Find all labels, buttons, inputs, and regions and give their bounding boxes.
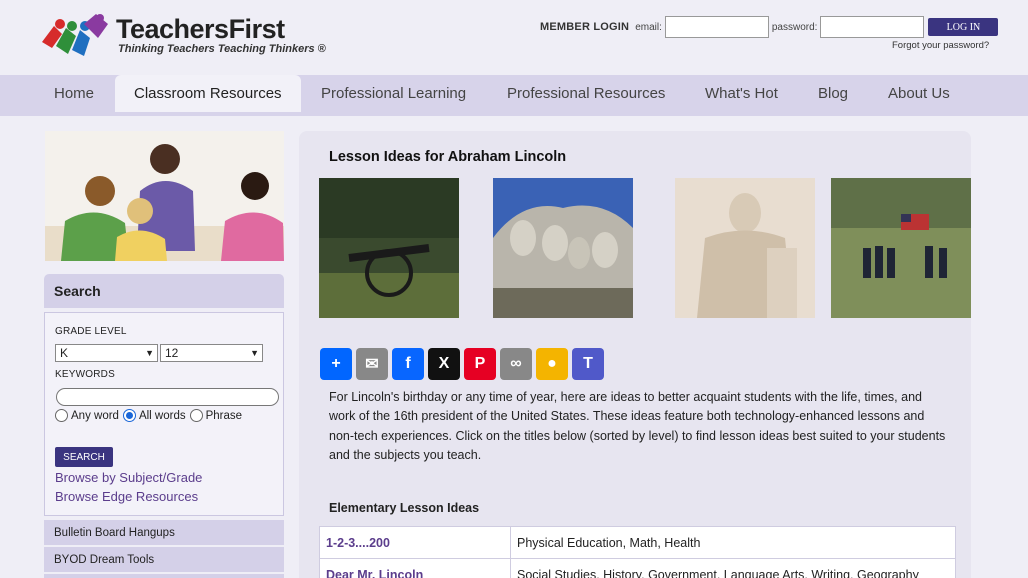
site-logo[interactable]: TeachersFirst Thinking Teachers Teaching… (38, 12, 326, 62)
mount-rushmore-photo (493, 178, 633, 318)
member-login-title: MEMBER LOGIN (540, 21, 630, 33)
nav-professional-resources[interactable]: Professional Resources (507, 75, 665, 112)
phrase-radio[interactable] (189, 409, 203, 422)
search-panel: GRADE LEVEL K ▼ 12 ▼ KEYWORDS Any word A… (44, 312, 284, 516)
member-login-form: MEMBER LOGIN email: password: LOG IN (540, 15, 999, 39)
grade-to-value: 12 (165, 346, 179, 360)
login-button[interactable]: LOG IN (928, 18, 999, 36)
nav-professional-learning[interactable]: Professional Learning (321, 75, 466, 112)
x-icon[interactable]: X (428, 348, 460, 380)
phrase-label: Phrase (205, 409, 243, 422)
lesson-title-link[interactable]: Dear Mr. Lincoln (319, 558, 511, 578)
grade-to-select[interactable]: 12 ▼ (160, 344, 263, 362)
main-nav: Home Classroom Resources Professional Le… (0, 75, 1028, 116)
pinterest-icon[interactable]: P (464, 348, 496, 380)
table-row: Dear Mr. Lincoln Social Studies, History… (319, 558, 956, 578)
grade-from-select[interactable]: K ▼ (55, 344, 158, 362)
nav-classroom-resources[interactable]: Classroom Resources (115, 75, 301, 112)
grade-from-value: K (60, 346, 69, 360)
elementary-heading: Elementary Lesson Ideas (329, 501, 480, 515)
google-classroom-icon[interactable]: ● (536, 348, 568, 380)
chevron-down-icon: ▼ (145, 348, 154, 358)
share-toolbar: + ✉ f X P ∞ ● T (320, 348, 608, 380)
site-header: TeachersFirst Thinking Teachers Teaching… (0, 0, 1028, 75)
sidebar-item-next[interactable] (44, 574, 284, 578)
search-button[interactable]: SEARCH (55, 447, 113, 467)
all-words-radio[interactable] (122, 409, 136, 422)
intro-paragraph: For Lincoln's birthday or any time of ye… (329, 390, 946, 462)
lesson-table: 1-2-3....200 Physical Education, Math, H… (319, 526, 956, 578)
lesson-subjects: Physical Education, Math, Health (510, 526, 956, 559)
keywords-label: KEYWORDS (55, 369, 115, 380)
email-icon[interactable]: ✉ (356, 348, 388, 380)
nav-whats-hot[interactable]: What's Hot (705, 75, 778, 112)
lesson-subjects: Social Studies, History, Government, Lan… (510, 558, 956, 578)
lincoln-memorial-photo (675, 178, 815, 318)
sidebar-item-byod-dream-tools[interactable]: BYOD Dream Tools (44, 547, 284, 572)
search-panel-title: Search (44, 274, 284, 308)
any-word-radio[interactable] (55, 409, 68, 422)
cannon-photo (319, 178, 459, 318)
password-field[interactable] (820, 16, 925, 38)
email-field[interactable] (664, 16, 769, 38)
password-label: password: (771, 21, 818, 33)
puzzle-people-logo-icon (42, 14, 108, 56)
keywords-input[interactable] (56, 388, 279, 406)
share-icon[interactable]: + (320, 348, 352, 380)
civil-war-soldiers-photo (831, 178, 971, 318)
teacher-students-illustration (45, 131, 284, 261)
main-content: Lesson Ideas for Abraham Lincoln + ✉ f X… (299, 131, 971, 578)
any-word-label: Any word (71, 409, 119, 422)
email-label: email: (635, 21, 662, 33)
nav-blog[interactable]: Blog (818, 75, 848, 112)
site-tagline: Thinking Teachers Teaching Thinkers ® (118, 43, 326, 55)
all-words-label: All words (138, 409, 186, 422)
forgot-password-link[interactable]: Forgot your password? (892, 40, 989, 51)
site-name: TeachersFirst (116, 14, 285, 44)
nav-about-us[interactable]: About Us (888, 75, 950, 112)
match-options: Any word All words Phrase (55, 409, 246, 422)
classroom-hero-image (45, 131, 284, 261)
facebook-icon[interactable]: f (392, 348, 424, 380)
grade-level-label: GRADE LEVEL (55, 326, 127, 337)
page-title: Lesson Ideas for Abraham Lincoln (329, 149, 567, 165)
lesson-title-link[interactable]: 1-2-3....200 (319, 526, 511, 559)
browse-edge-resources-link[interactable]: Browse Edge Resources (55, 489, 198, 504)
copy-link-icon[interactable]: ∞ (500, 348, 532, 380)
chevron-down-icon: ▼ (250, 348, 259, 358)
sidebar-item-bulletin-board-hangups[interactable]: Bulletin Board Hangups (44, 520, 284, 545)
table-row: 1-2-3....200 Physical Education, Math, H… (319, 526, 956, 559)
microsoft-teams-icon[interactable]: T (572, 348, 604, 380)
nav-home[interactable]: Home (54, 75, 94, 112)
browse-subject-grade-link[interactable]: Browse by Subject/Grade (55, 470, 202, 485)
